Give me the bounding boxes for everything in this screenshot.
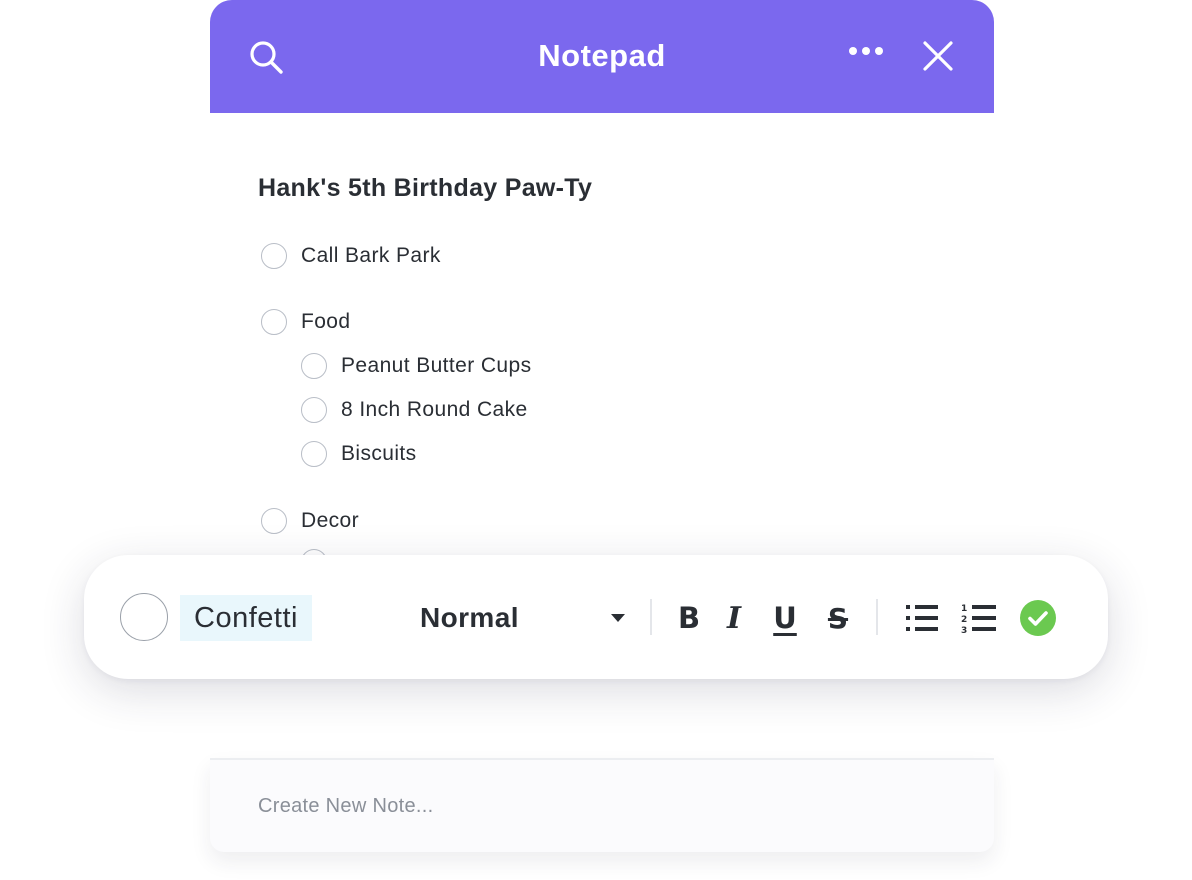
close-icon [923, 41, 953, 71]
text-style-value: Normal [420, 602, 519, 633]
underline-button[interactable]: U [767, 599, 803, 637]
text-style-dropdown[interactable]: Normal [420, 597, 626, 639]
numbered-list-button[interactable]: 1 2 3 [961, 599, 997, 637]
checkbox[interactable] [120, 593, 168, 641]
checklist-subitem: 8 Inch Round Cake [301, 395, 528, 425]
checkbox[interactable] [301, 397, 327, 423]
toolbar-divider [876, 599, 878, 635]
checklist-item-label: Food [301, 310, 351, 333]
item-text-input[interactable]: Confetti [180, 595, 312, 641]
checklist-item-label: Peanut Butter Cups [341, 354, 532, 377]
page-title: Notepad [538, 38, 666, 73]
checklist-subitem: Peanut Butter Cups [301, 351, 531, 381]
checkbox[interactable] [301, 353, 327, 379]
bullet-list-icon [906, 605, 938, 631]
note-title: Hank's 5th Birthday Paw-Ty [258, 174, 593, 202]
svg-text:3: 3 [961, 626, 967, 634]
create-note-placeholder: Create New Note... [258, 795, 434, 817]
italic-button[interactable]: I [716, 599, 752, 637]
caret-down-icon [611, 614, 625, 622]
checklist-item-label: Biscuits [341, 442, 417, 465]
checkbox[interactable] [261, 508, 287, 534]
notepad-header: Notepad [210, 0, 994, 113]
checkbox[interactable] [261, 243, 287, 269]
svg-text:2: 2 [961, 615, 967, 625]
checklist-item: Call Bark Park [261, 241, 441, 271]
bold-button[interactable]: B [671, 599, 707, 637]
numbered-list-icon: 1 2 3 [961, 604, 996, 634]
checklist-item-label: Call Bark Park [301, 244, 441, 267]
strikethrough-button[interactable]: S [820, 599, 856, 637]
confirm-check-icon [1020, 600, 1056, 636]
checklist-item-label: 8 Inch Round Cake [341, 398, 528, 421]
close-button[interactable] [922, 40, 954, 72]
checklist-item-label: Decor [301, 509, 360, 532]
notepad-panel: Notepad Hank's 5th Birthday Paw-Ty Call … [210, 0, 994, 880]
checklist-item: Food [261, 307, 350, 337]
svg-text:1: 1 [961, 604, 967, 614]
checkbox[interactable] [261, 309, 287, 335]
editor-toolbar: Confetti Normal B I U S 1 2 3 [84, 555, 1108, 679]
confirm-button[interactable] [1019, 599, 1057, 637]
checklist-subitem: Biscuits [301, 439, 417, 469]
create-note-bar[interactable]: Create New Note... [210, 758, 994, 852]
toolbar-divider [650, 599, 652, 635]
checkbox[interactable] [301, 441, 327, 467]
more-icon [849, 47, 883, 55]
checklist-item: Decor [261, 506, 359, 536]
more-options-button[interactable] [848, 46, 884, 56]
bullet-list-button[interactable] [904, 599, 940, 637]
